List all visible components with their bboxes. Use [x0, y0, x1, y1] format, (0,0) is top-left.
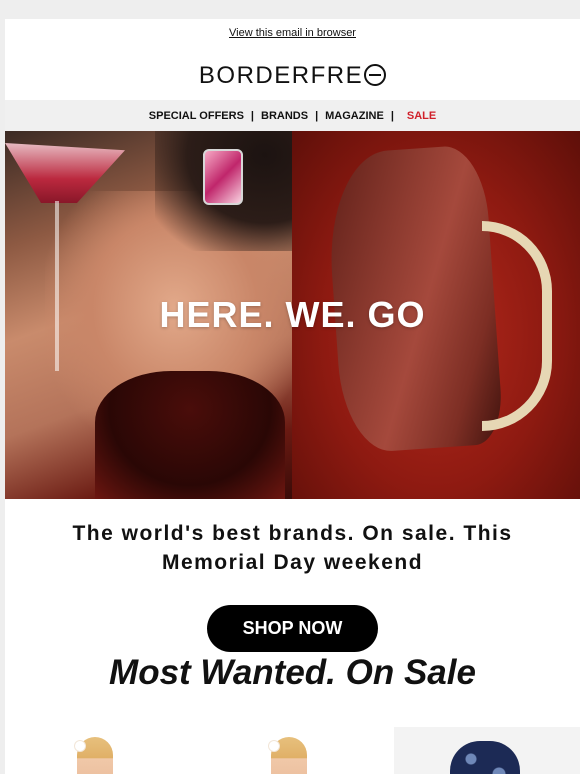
product-card[interactable]	[394, 727, 580, 774]
shop-now-button[interactable]: SHOP NOW	[207, 605, 378, 652]
promo-headline: The world's best brands. On sale. This M…	[72, 522, 513, 574]
nav-separator: |	[390, 109, 394, 122]
email-body: View this email in browser BORDERFRE SPE…	[5, 19, 580, 774]
product-card[interactable]	[5, 727, 195, 774]
product-card[interactable]	[199, 727, 389, 774]
product-image	[269, 737, 307, 774]
logo-text: BORDERFRE	[198, 62, 364, 89]
borderfree-logo[interactable]: BORDERFRE	[5, 62, 580, 90]
product-grid	[5, 727, 580, 774]
nav-sale[interactable]: SALE	[401, 110, 442, 122]
product-image	[450, 741, 520, 774]
view-in-browser-link[interactable]: View this email in browser	[5, 27, 580, 39]
nav-brands[interactable]: BRANDS	[255, 110, 314, 122]
top-nav: SPECIAL OFFERS | BRANDS | MAGAZINE | SAL…	[5, 100, 580, 131]
logo-e-icon	[364, 64, 387, 86]
nav-special-offers[interactable]: SPECIAL OFFERS	[143, 110, 250, 122]
section-title: Most Wanted. On Sale	[109, 653, 476, 692]
nav-magazine[interactable]: MAGAZINE	[319, 110, 390, 122]
earring-graphic	[203, 149, 243, 205]
hero-banner[interactable]: HERE. WE. GO	[5, 131, 580, 499]
hero-title: HERE. WE. GO	[159, 294, 426, 335]
product-image	[75, 737, 113, 774]
